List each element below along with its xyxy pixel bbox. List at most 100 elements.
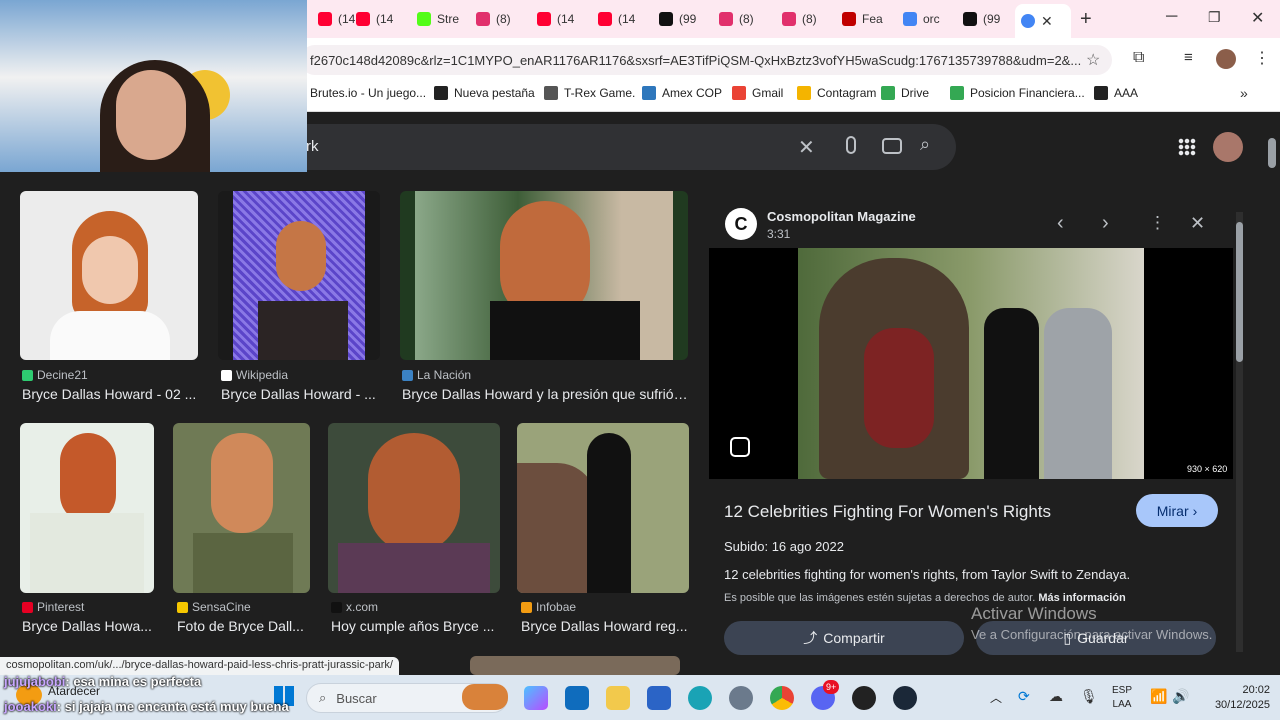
browser-tab[interactable]: (8): [713, 6, 760, 32]
result-source-6[interactable]: x.com: [331, 600, 378, 614]
clock[interactable]: 20:02 30/12/2025: [1200, 683, 1270, 713]
result-source-4[interactable]: Pinterest: [22, 600, 84, 614]
copilot-icon[interactable]: [524, 686, 548, 710]
wifi-icon[interactable]: 📶: [1150, 688, 1167, 705]
activate-windows-title: Activar Windows: [971, 604, 1097, 623]
settings-icon[interactable]: [729, 686, 753, 710]
browser-tab[interactable]: (14: [531, 6, 580, 32]
lens-icon[interactable]: [730, 437, 750, 457]
watch-button[interactable]: Mirar ›: [1136, 494, 1218, 527]
browser-tab[interactable]: (99: [653, 6, 702, 32]
result-title-2[interactable]: Bryce Dallas Howard - ...: [221, 386, 381, 402]
clear-search-icon[interactable]: ✕: [798, 135, 815, 160]
browser-tab[interactable]: (8): [776, 6, 823, 32]
browser-tab[interactable]: (8): [470, 6, 517, 32]
bookmark-item[interactable]: AAA: [1094, 86, 1138, 100]
store-icon[interactable]: [647, 686, 671, 710]
browser-tab[interactable]: Stre: [411, 6, 465, 32]
result-image-3[interactable]: [400, 191, 688, 360]
window-close-icon[interactable]: ✕: [1251, 8, 1264, 28]
share-button[interactable]: ⤴ Compartir: [724, 621, 964, 655]
result-title-3[interactable]: Bryce Dallas Howard y la presión que suf…: [402, 386, 688, 402]
bookmark-item[interactable]: Contagram: [797, 86, 876, 100]
browser-tab[interactable]: (99: [957, 6, 1006, 32]
tab-label: (14: [618, 12, 636, 26]
bookmark-item[interactable]: Gmail: [732, 86, 783, 100]
chevron-up-icon[interactable]: ︿: [990, 689, 1002, 706]
more-info-link[interactable]: Más información: [1038, 592, 1125, 604]
search-box[interactable]: rk ✕ ⌕: [300, 124, 956, 170]
result-image-8[interactable]: [470, 656, 680, 675]
result-image-6[interactable]: [328, 423, 500, 593]
result-title-1[interactable]: Bryce Dallas Howard - 02 ...: [22, 386, 198, 402]
bookmark-item[interactable]: Brutes.io - Un juego...: [310, 86, 426, 100]
result-source-1[interactable]: Decine21: [22, 368, 88, 382]
steam-icon[interactable]: [893, 686, 917, 710]
onedrive-icon[interactable]: ☁: [1049, 688, 1063, 705]
close-tab-icon[interactable]: ✕: [1041, 13, 1053, 30]
outlook-icon[interactable]: [565, 686, 589, 710]
browser-tab[interactable]: (14: [592, 6, 641, 32]
profile-avatar[interactable]: [1216, 49, 1236, 69]
more-bookmarks-icon[interactable]: »: [1240, 85, 1248, 101]
result-image-5[interactable]: [173, 423, 310, 593]
lens-search-icon[interactable]: [882, 138, 902, 154]
edge-icon[interactable]: [688, 686, 712, 710]
panel-scrollbar[interactable]: [1236, 212, 1243, 652]
language-indicator[interactable]: ESP LAA: [1112, 684, 1132, 712]
app-icon[interactable]: [852, 686, 876, 710]
bookmark-item[interactable]: Posicion Financiera...: [950, 86, 1085, 100]
search-placeholder: Buscar: [336, 690, 377, 706]
result-title-6[interactable]: Hoy cumple años Bryce ...: [331, 618, 500, 634]
volume-icon[interactable]: 🔊: [1172, 688, 1189, 705]
new-tab-icon[interactable]: +: [1080, 8, 1092, 31]
browser-tab[interactable]: orc: [897, 6, 946, 32]
result-title-4[interactable]: Bryce Dallas Howa...: [22, 618, 154, 634]
tab-favicon-icon: [417, 12, 431, 26]
apps-grid-icon[interactable]: [1178, 138, 1196, 156]
search-icon[interactable]: ⌕: [920, 134, 930, 155]
result-source-2[interactable]: Wikipedia: [221, 368, 288, 382]
next-icon[interactable]: ›: [1102, 212, 1109, 235]
preview-title[interactable]: 12 Celebrities Fighting For Women's Righ…: [724, 502, 1051, 522]
search-query: rk: [306, 138, 319, 155]
result-image-4[interactable]: [20, 423, 154, 593]
publisher-name[interactable]: Cosmopolitan Magazine: [767, 209, 916, 224]
result-image-1[interactable]: [20, 191, 198, 360]
voice-search-icon[interactable]: [846, 136, 856, 154]
menu-icon[interactable]: ⋮: [1254, 48, 1270, 68]
microphone-icon[interactable]: 🎙: [1080, 688, 1098, 705]
browser-tab[interactable]: Fea: [836, 6, 889, 32]
result-source-5[interactable]: SensaCine: [177, 600, 251, 614]
minimize-icon[interactable]: ─: [1166, 8, 1177, 26]
result-image-7[interactable]: [517, 423, 689, 593]
bookmark-item[interactable]: Amex COP: [642, 86, 722, 100]
media-control-icon[interactable]: ≡: [1184, 49, 1193, 66]
result-title-5[interactable]: Foto de Bryce Dall...: [177, 618, 310, 634]
result-image-2[interactable]: [218, 191, 380, 360]
discord-icon[interactable]: 9+: [811, 680, 840, 710]
file-explorer-icon[interactable]: [606, 686, 630, 710]
previous-icon[interactable]: ‹: [1057, 212, 1064, 235]
account-avatar[interactable]: [1213, 132, 1243, 162]
bookmark-item[interactable]: T-Rex Game.: [544, 86, 635, 100]
bookmark-item[interactable]: Nueva pestaña: [434, 86, 535, 100]
preview-image[interactable]: [709, 248, 1233, 479]
bookmark-star-icon[interactable]: ☆: [1086, 50, 1100, 70]
sync-icon[interactable]: ⟳: [1018, 688, 1030, 705]
extensions-icon[interactable]: ⧉: [1133, 49, 1144, 67]
result-source-3[interactable]: La Nación: [402, 368, 471, 382]
more-options-icon[interactable]: ⋮: [1149, 213, 1166, 233]
browser-tab[interactable]: (14: [350, 6, 399, 32]
maximize-icon[interactable]: ❐: [1208, 9, 1221, 26]
address-bar[interactable]: f2670c148d42089c&rlz=1C1MYPO_enAR1176AR1…: [300, 45, 1112, 75]
page-scrollbar[interactable]: [1268, 138, 1276, 168]
bookmark-item[interactable]: Drive: [881, 86, 929, 100]
discord-badge: 9+: [823, 680, 840, 694]
result-source-7[interactable]: Infobae: [521, 600, 576, 614]
close-panel-icon[interactable]: ✕: [1190, 213, 1205, 234]
source-name: Wikipedia: [236, 368, 289, 382]
tab-active[interactable]: ✕: [1015, 4, 1071, 38]
chrome-icon[interactable]: [770, 686, 794, 710]
result-title-7[interactable]: Bryce Dallas Howard reg...: [521, 618, 689, 634]
